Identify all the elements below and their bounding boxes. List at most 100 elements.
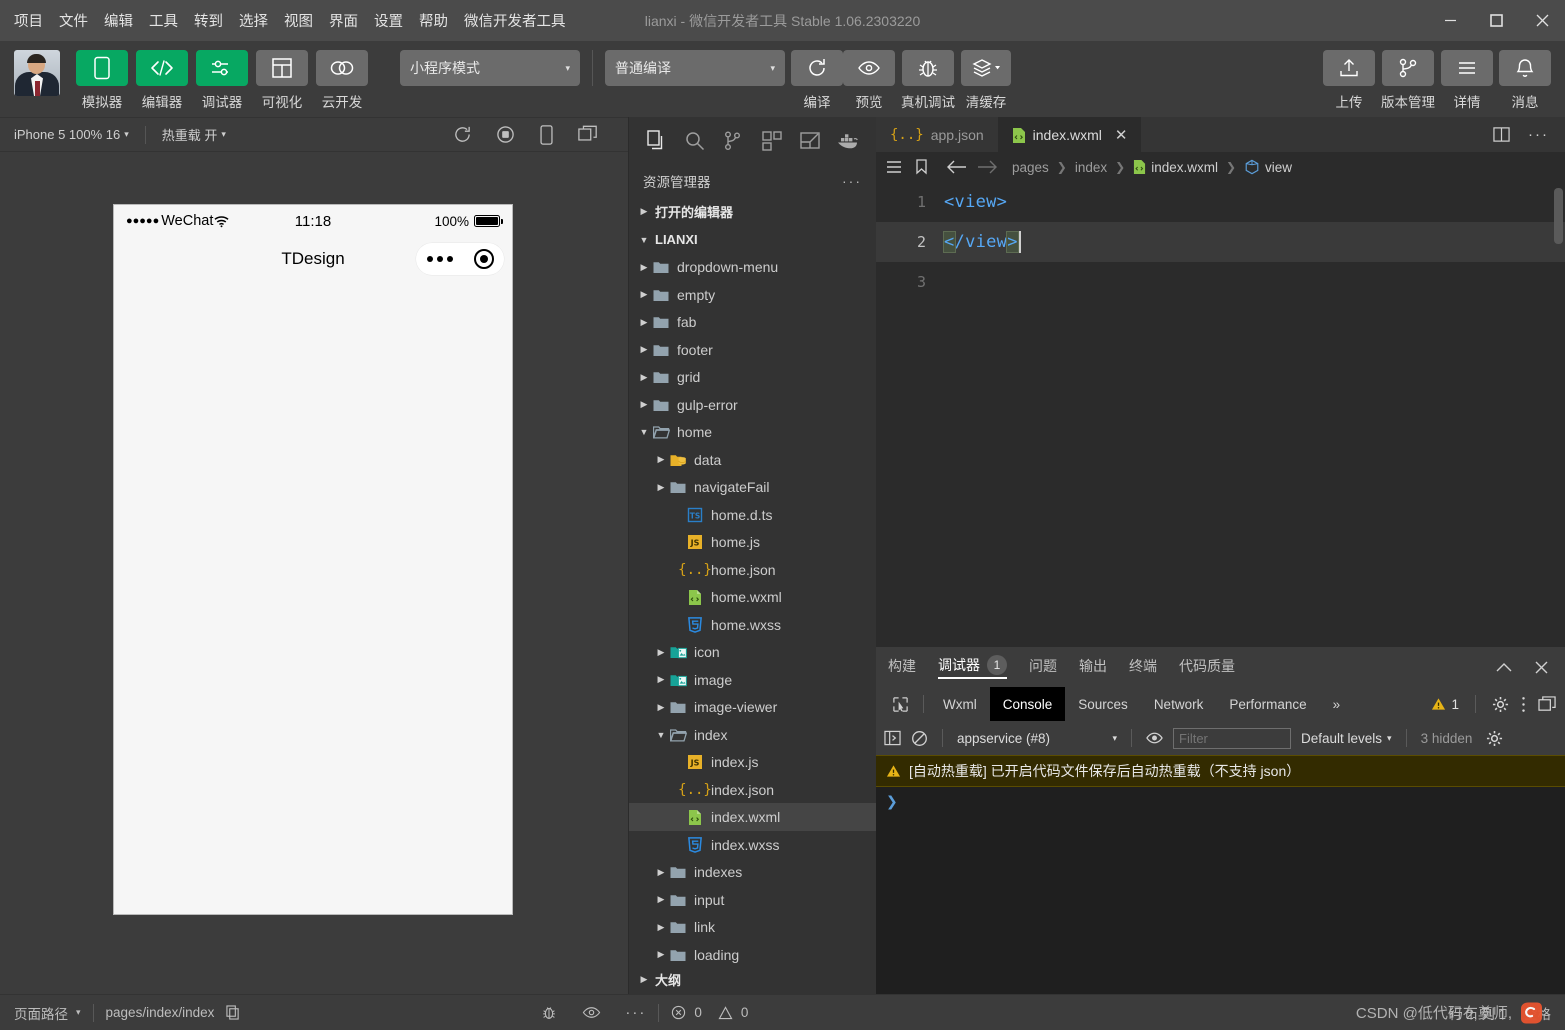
menu-item-view[interactable]: 视图 — [284, 10, 313, 31]
preview-button[interactable]: 预览 — [843, 50, 895, 111]
close-button[interactable] — [1519, 0, 1565, 41]
simulator-button[interactable]: 模拟器 — [74, 50, 130, 111]
panel-tab-terminal[interactable]: 终端 — [1129, 656, 1157, 678]
record-icon[interactable] — [496, 125, 515, 144]
menu-item-interface[interactable]: 界面 — [329, 10, 358, 31]
kebab-icon[interactable] — [1521, 696, 1526, 713]
split-editor-icon[interactable] — [1493, 126, 1510, 143]
menu-item-help[interactable]: 帮助 — [419, 10, 448, 31]
collapse-icon[interactable] — [1496, 662, 1512, 673]
phone-preview[interactable]: ●●●●● WeChat 11:18 100% TDesign — [113, 204, 513, 915]
settings-icon[interactable] — [1492, 696, 1509, 713]
console-output[interactable]: [自动热重载] 已开启代码文件保存后自动热重载（不支持 json） ❯ — [876, 755, 1565, 994]
tree-folder-row[interactable]: ▶ navigateFail — [629, 473, 876, 501]
panel-tab-build[interactable]: 构建 — [888, 656, 916, 678]
docker-icon[interactable] — [836, 128, 860, 154]
tree-folder-row[interactable]: ▼ home — [629, 418, 876, 446]
menu-item-select[interactable]: 选择 — [239, 10, 268, 31]
breadcrumb-item-file[interactable]: index.wxml — [1133, 159, 1218, 175]
tree-file-row[interactable]: JS index.js — [629, 748, 876, 776]
clear-cache-button[interactable]: 清缓存 — [961, 50, 1011, 111]
more-actions-icon[interactable]: ··· — [1528, 126, 1549, 143]
compile-mode-select[interactable]: 普通编译 ▾ — [605, 50, 785, 86]
explorer-more-icon[interactable]: ··· — [842, 173, 862, 189]
editor-button[interactable]: 编辑器 — [134, 50, 190, 111]
upload-button[interactable]: 上传 — [1323, 50, 1375, 111]
devtools-tab-sources[interactable]: Sources — [1065, 687, 1141, 721]
menu-item-devtools[interactable]: 微信开发者工具 — [464, 10, 566, 31]
tree-file-row[interactable]: {..} index.json — [629, 776, 876, 804]
tree-folder-row[interactable]: ▶ grid — [629, 363, 876, 391]
panel-tab-problems[interactable]: 问题 — [1029, 656, 1057, 678]
panel-tab-output[interactable]: 输出 — [1079, 656, 1107, 678]
source-control-icon[interactable] — [721, 128, 745, 154]
section-outline[interactable]: ▶ 大纲 — [629, 964, 876, 994]
visual-button[interactable]: 可视化 — [254, 50, 310, 111]
tree-folder-row[interactable]: ▶ link — [629, 913, 876, 941]
tree-folder-row[interactable]: ▶ fab — [629, 308, 876, 336]
section-open-editors[interactable]: ▶ 打开的编辑器 — [629, 198, 876, 226]
maximize-button[interactable] — [1473, 0, 1519, 41]
device-icon[interactable] — [539, 124, 554, 145]
version-control-button[interactable]: 版本管理 — [1381, 50, 1435, 111]
tree-file-row[interactable]: home.wxss — [629, 611, 876, 639]
tree-file-row[interactable]: home.wxml — [629, 583, 876, 611]
bookmark-icon[interactable] — [915, 159, 928, 175]
inspect-icon[interactable] — [884, 696, 917, 713]
forward-arrow-icon[interactable] — [976, 160, 998, 174]
tree-folder-row[interactable]: ▶ gulp-error — [629, 391, 876, 419]
devtools-warning-chip[interactable]: 1 — [1431, 697, 1459, 712]
settings-icon[interactable] — [1486, 730, 1503, 747]
tree-folder-row[interactable]: ▼ index — [629, 721, 876, 749]
copy-icon[interactable] — [226, 1005, 240, 1020]
cloud-button[interactable]: 云开发 — [314, 50, 370, 111]
bug-icon[interactable] — [540, 1003, 558, 1022]
close-icon[interactable]: ✕ — [1115, 126, 1128, 144]
details-button[interactable]: 详情 — [1441, 50, 1493, 111]
tree-file-row[interactable]: index.wxml — [629, 803, 876, 831]
panel-tab-code-quality[interactable]: 代码质量 — [1179, 656, 1235, 678]
debug-icon[interactable] — [798, 128, 822, 154]
breadcrumb-item-index[interactable]: index — [1075, 160, 1107, 175]
real-device-debug-button[interactable]: 真机调试 — [901, 50, 955, 111]
error-count-group[interactable]: 0 0 — [671, 1005, 748, 1020]
panel-tab-debugger[interactable]: 调试器 1 — [938, 655, 1007, 679]
devtools-tab-performance[interactable]: Performance — [1216, 687, 1319, 721]
menu-item-edit[interactable]: 编辑 — [104, 10, 133, 31]
tree-folder-row[interactable]: ▶ footer — [629, 336, 876, 364]
devtools-tab-wxml[interactable]: Wxml — [930, 687, 990, 721]
console-levels-select[interactable]: Default levels ▾ — [1301, 731, 1392, 746]
tree-folder-row[interactable]: ▶ image-viewer — [629, 693, 876, 721]
dock-icon[interactable] — [1538, 695, 1557, 713]
user-avatar[interactable] — [14, 50, 60, 96]
refresh-icon[interactable] — [453, 125, 472, 144]
menu-item-settings[interactable]: 设置 — [374, 10, 403, 31]
hot-reload-select[interactable]: 热重载 开 ▾ — [162, 125, 226, 144]
console-filter-input[interactable] — [1173, 727, 1291, 749]
page-path-select[interactable]: 页面路径 ▾ — [14, 1003, 81, 1023]
file-tree[interactable]: ▶ dropdown-menu ▶ empty ▶ fab ▶ footer ▶ grid ▶ gul… — [629, 253, 876, 964]
close-icon[interactable] — [1534, 660, 1549, 675]
files-icon[interactable] — [645, 128, 669, 154]
eye-icon[interactable] — [1146, 731, 1163, 745]
breadcrumb-item-symbol[interactable]: view — [1244, 159, 1292, 175]
console-prompt[interactable]: ❯ — [876, 787, 1565, 816]
menu-item-tools[interactable]: 工具 — [149, 10, 178, 31]
menu-item-goto[interactable]: 转到 — [194, 10, 223, 31]
code-content[interactable]: 1 <view> 2 </view> 3 — [876, 182, 1565, 646]
debugger-button[interactable]: 调试器 — [194, 50, 250, 111]
tree-file-row[interactable]: JS home.js — [629, 528, 876, 556]
outline-icon[interactable] — [886, 160, 902, 174]
tree-folder-row[interactable]: ▶ dropdown-menu — [629, 253, 876, 281]
eye-icon[interactable] — [582, 1005, 601, 1020]
breadcrumb-item-pages[interactable]: pages — [1012, 160, 1049, 175]
devtools-tab-network[interactable]: Network — [1141, 687, 1217, 721]
devtools-tabs-overflow[interactable]: » — [1320, 687, 1354, 721]
editor-scrollbar[interactable] — [1554, 188, 1563, 244]
tree-folder-row[interactable]: ▶ indexes — [629, 858, 876, 886]
tree-file-row[interactable]: index.wxss — [629, 831, 876, 859]
back-arrow-icon[interactable] — [946, 160, 968, 174]
extensions-icon[interactable] — [760, 128, 784, 154]
console-context-select[interactable]: appservice (#8) ▾ — [957, 731, 1117, 746]
window-icon[interactable] — [578, 125, 598, 144]
